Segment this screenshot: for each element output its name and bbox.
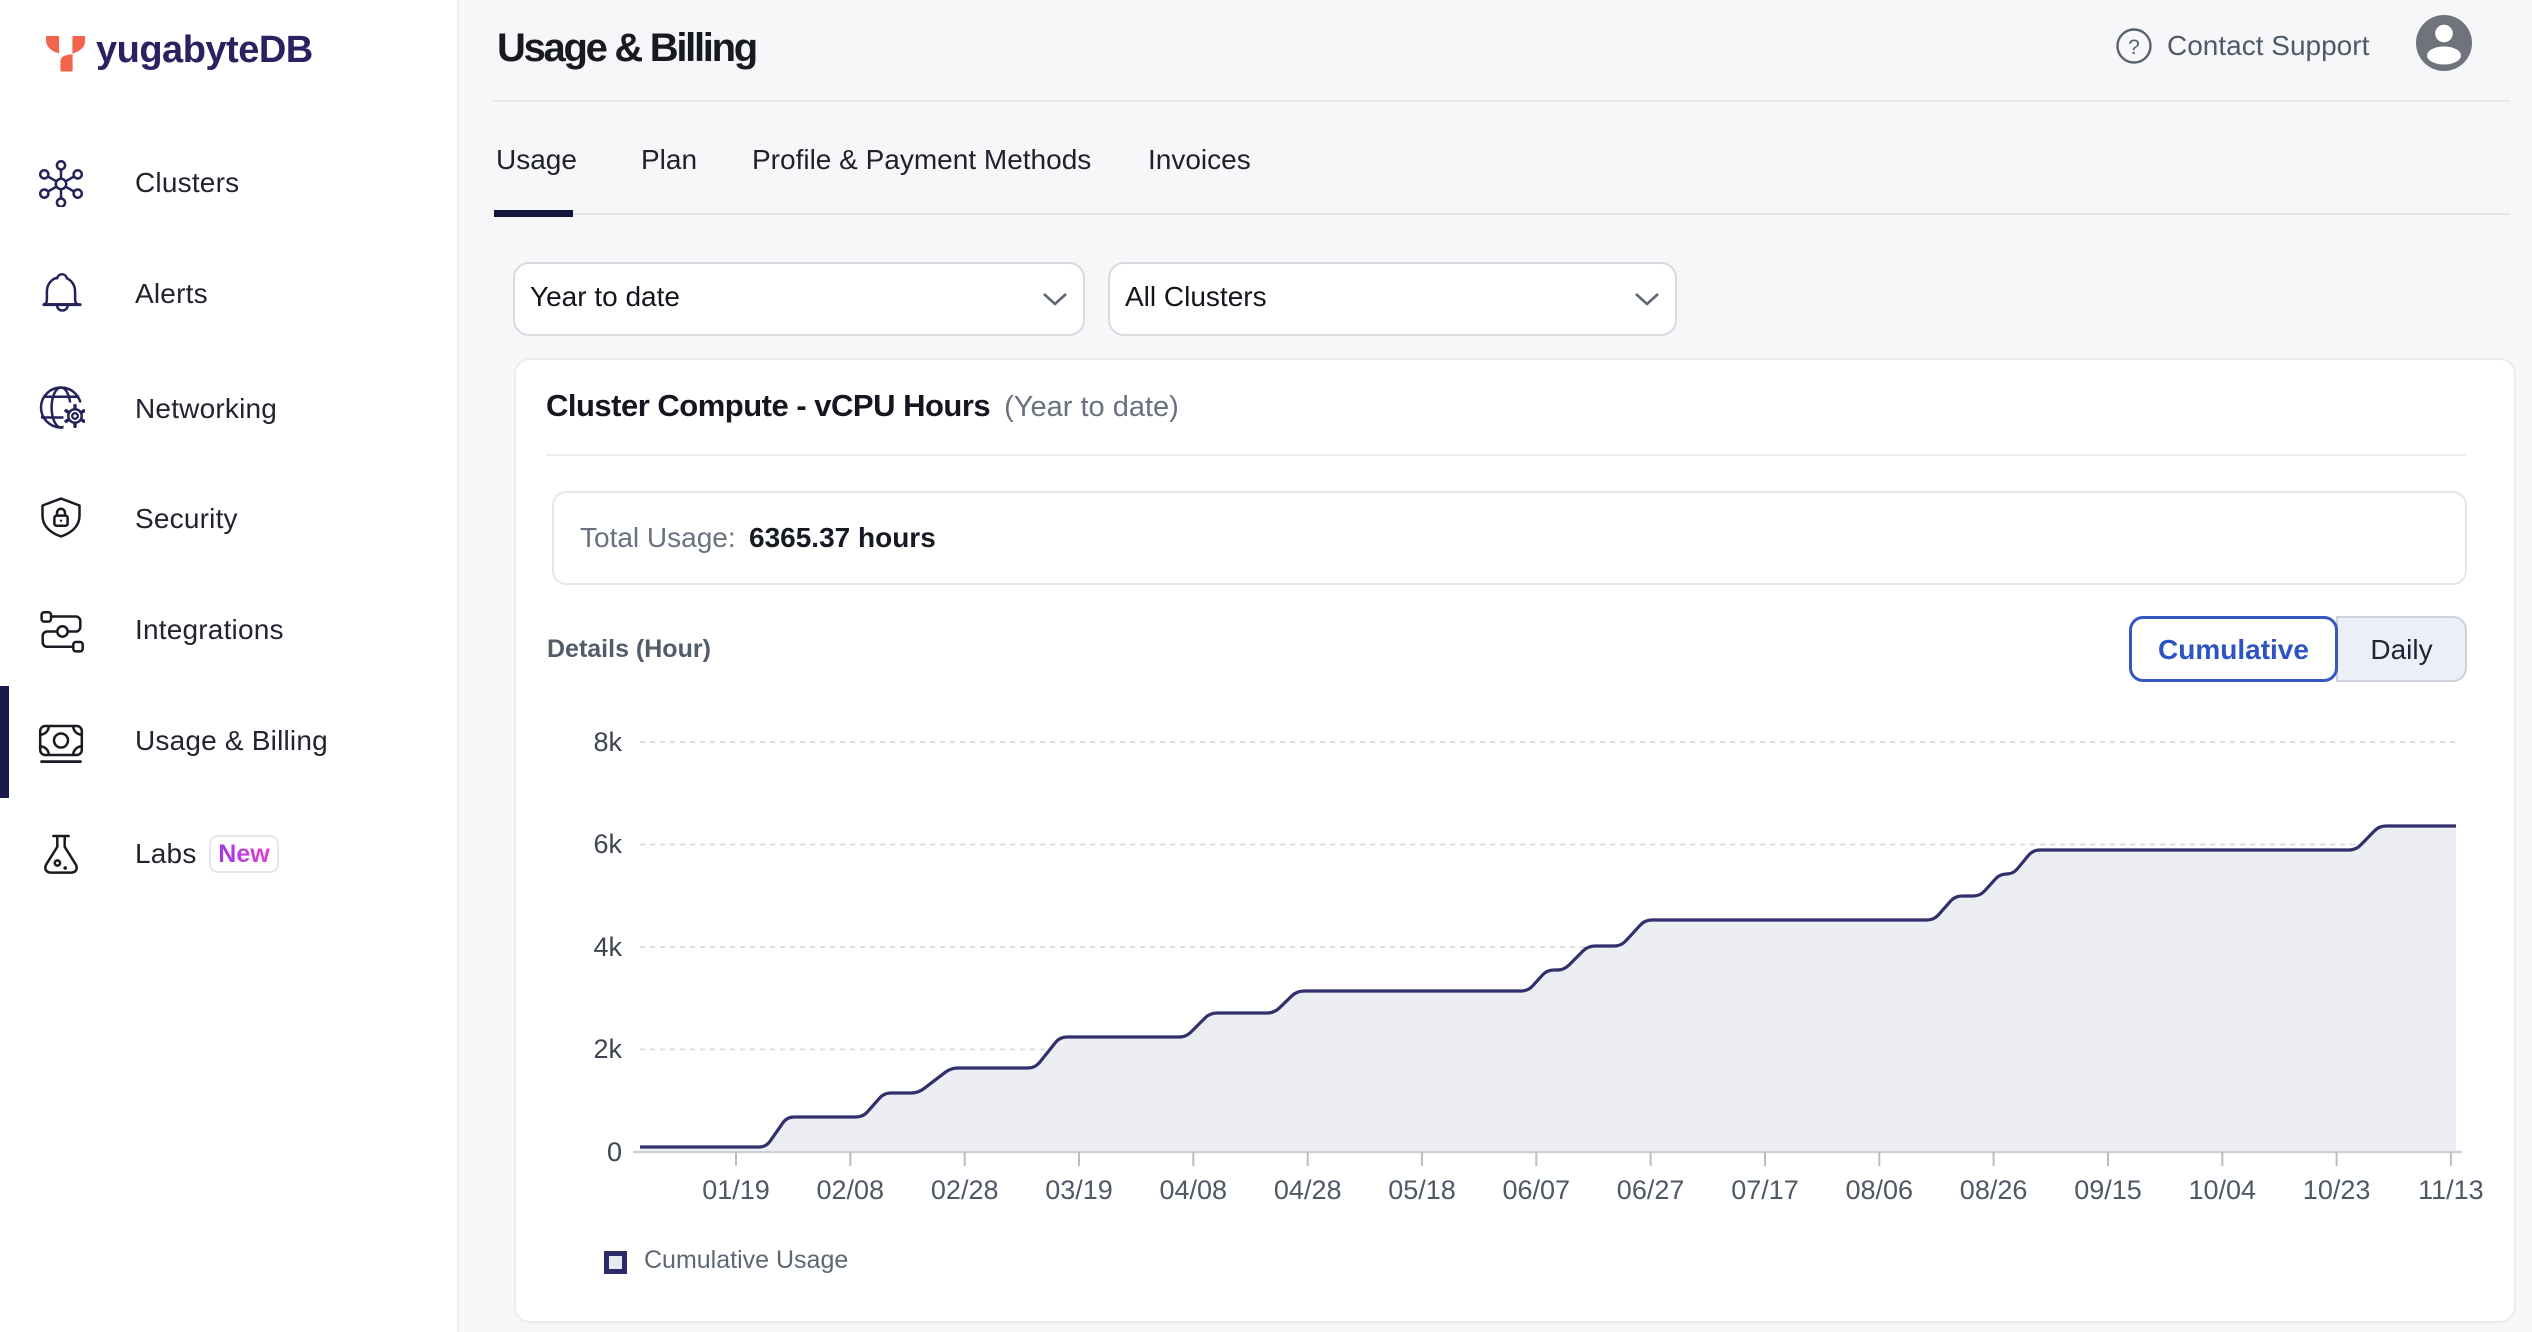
svg-text:10/23: 10/23 — [2303, 1175, 2371, 1205]
svg-text:4k: 4k — [593, 932, 622, 962]
svg-text:06/07: 06/07 — [1503, 1175, 1571, 1205]
svg-text:2k: 2k — [593, 1034, 622, 1064]
svg-text:02/28: 02/28 — [931, 1175, 999, 1205]
svg-text:6k: 6k — [593, 829, 622, 859]
svg-text:yugabyteDB: yugabyteDB — [96, 29, 313, 71]
svg-text:0: 0 — [607, 1137, 622, 1167]
svg-text:09/15: 09/15 — [2074, 1175, 2142, 1205]
svg-text:07/17: 07/17 — [1731, 1175, 1799, 1205]
svg-text:05/18: 05/18 — [1388, 1175, 1456, 1205]
svg-text:8k: 8k — [593, 727, 622, 757]
svg-text:08/06: 08/06 — [1846, 1175, 1914, 1205]
svg-text:04/08: 04/08 — [1160, 1175, 1228, 1205]
svg-text:01/19: 01/19 — [702, 1175, 770, 1205]
svg-text:08/26: 08/26 — [1960, 1175, 2028, 1205]
svg-text:11/13: 11/13 — [2418, 1175, 2484, 1205]
svg-text:06/27: 06/27 — [1617, 1175, 1685, 1205]
svg-text:02/08: 02/08 — [817, 1175, 885, 1205]
svg-text:03/19: 03/19 — [1045, 1175, 1113, 1205]
svg-text:10/04: 10/04 — [2189, 1175, 2257, 1205]
svg-text:04/28: 04/28 — [1274, 1175, 1342, 1205]
svg-text:?: ? — [2128, 36, 2140, 59]
